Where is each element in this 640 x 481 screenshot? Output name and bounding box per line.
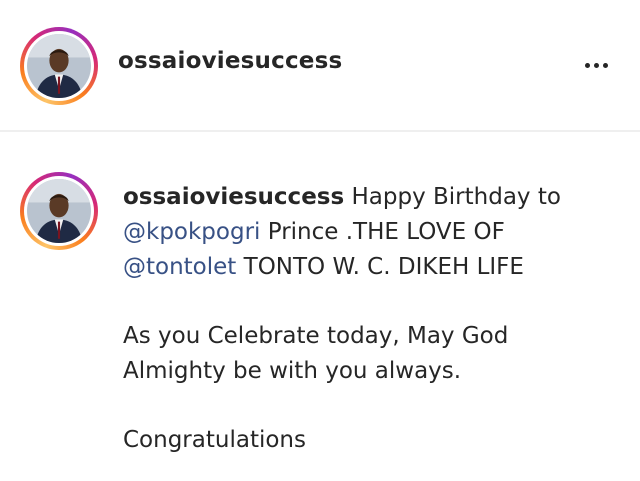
author-username[interactable]: ossaioviesuccess (118, 48, 342, 74)
caption-text: Happy Birthday to (344, 184, 561, 210)
post-caption: ossaioviesuccess Happy Birthday to @kpok… (123, 180, 593, 458)
caption-paragraph-3: Congratulations (123, 423, 593, 458)
caption-text: Congratulations (123, 427, 306, 453)
avatar-photo (27, 179, 91, 243)
caption-text: As you Celebrate today, May God (123, 323, 509, 349)
caption-paragraph-1: ossaioviesuccess Happy Birthday to @kpok… (123, 180, 593, 285)
post-header: ossaioviesuccess (0, 0, 640, 132)
more-options-button[interactable] (576, 50, 616, 80)
mention-link[interactable]: @tontolet (123, 254, 236, 280)
avatar-photo (27, 34, 91, 98)
caption-text: Almighty be with you always. (123, 358, 462, 384)
ellipsis-horizontal-icon (584, 62, 608, 68)
author-avatar[interactable] (20, 27, 98, 105)
caption-username[interactable]: ossaioviesuccess (123, 184, 344, 210)
caption-author-avatar[interactable] (20, 172, 98, 250)
caption-paragraph-2: As you Celebrate today, May God Almighty… (123, 319, 593, 389)
caption-text: TONTO W. C. DIKEH LIFE (236, 254, 524, 280)
mention-link[interactable]: @kpokpogri (123, 219, 260, 245)
caption-text: Prince .THE LOVE OF (260, 219, 505, 245)
